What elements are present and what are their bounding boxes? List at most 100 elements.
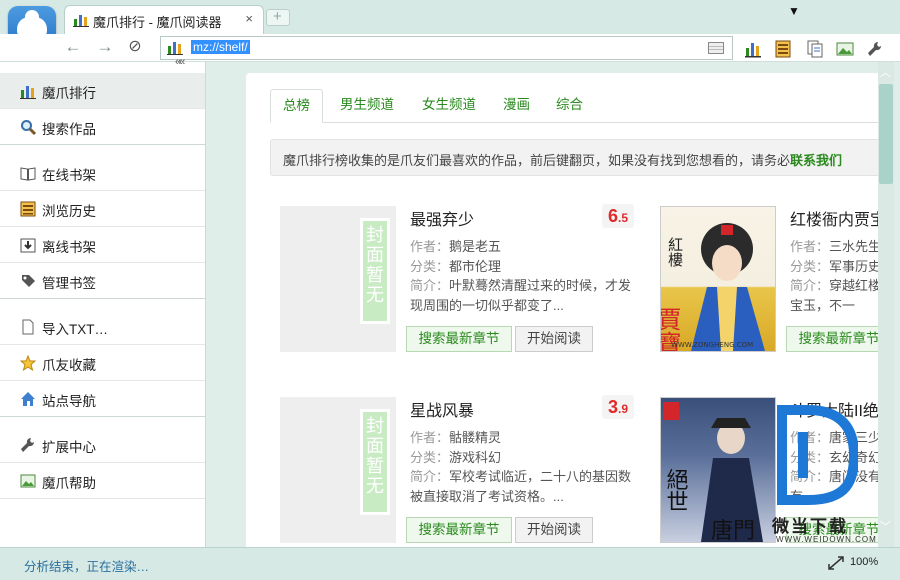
home-icon	[21, 392, 35, 406]
history-icon[interactable]	[774, 40, 792, 58]
reader-mode-icon[interactable]	[708, 42, 724, 54]
pin-icon[interactable]: ▼	[788, 4, 800, 18]
sidebar-item-favorites[interactable]: 爪友收藏	[0, 345, 205, 381]
sidebar-item-import-txt[interactable]: 导入TXT…	[0, 309, 205, 345]
book-author: 作者：骷髅精灵	[410, 427, 501, 446]
download-icon	[20, 238, 36, 253]
tab-female-channel[interactable]: 女生频道	[410, 89, 488, 123]
magnifier-icon	[21, 120, 36, 135]
author-key: 作者：	[410, 239, 450, 254]
new-tab-button[interactable]: +	[266, 8, 290, 26]
watermark-url: WWW.WEIDOWN.COM	[776, 535, 877, 544]
sidebar-item-label: 魔爪排行	[42, 86, 96, 101]
tab-male-channel[interactable]: 男生频道	[328, 89, 406, 123]
contact-us-link[interactable]: 联系我们	[790, 153, 842, 168]
intro-key: 简介：	[410, 278, 450, 293]
intro-key: 简介：	[790, 278, 830, 293]
watermark-text: 微当下载	[772, 517, 848, 536]
start-reading-button[interactable]: 开始阅读	[515, 326, 593, 352]
sidebar-item-bookmarks[interactable]: 管理书签	[0, 263, 205, 299]
sidebar-item-search[interactable]: 搜索作品	[0, 109, 205, 145]
weidown-watermark-logo-icon	[777, 405, 858, 505]
sidebar-item-ranking[interactable]: 魔爪排行	[0, 73, 205, 109]
score-integer: 6	[607, 206, 618, 226]
book-category: 分类：都市伦理	[410, 256, 501, 275]
book-cover-image[interactable]: 紅樓 賈寶 WWW.ZONGHENG.COM	[653, 206, 776, 355]
author-value: 三水先生	[829, 239, 878, 254]
tab-all[interactable]: 总榜	[270, 89, 323, 123]
sidebar-item-label: 导入TXT…	[42, 322, 108, 337]
navigation-toolbar: ← → ⊘ mz://shelf/	[0, 34, 900, 62]
sidebar-item-label: 魔爪帮助	[42, 476, 96, 491]
image-icon[interactable]	[836, 40, 854, 58]
tab-comics[interactable]: 漫画	[491, 89, 542, 123]
score-decimal: .9	[618, 402, 629, 416]
cover-illustration: 紅樓 賈寶 WWW.ZONGHENG.COM	[653, 223, 765, 355]
svg-text:唐門: 唐門	[711, 519, 755, 542]
author-value: 鹅是老五	[449, 239, 502, 254]
ranking-notice: 魔爪排行榜收集的是爪友们最喜欢的作品，前后键翻页，如果没有找到您想看的，请务必联…	[270, 139, 878, 176]
book-category: 分类：游戏科幻	[410, 447, 501, 466]
start-reading-button[interactable]: 开始阅读	[515, 517, 593, 543]
ranking-bars-icon	[167, 42, 183, 55]
score-decimal: .5	[618, 211, 629, 225]
browser-tab-active[interactable]: 魔爪排行 - 魔爪阅读器 ×	[64, 5, 264, 34]
category-value: 游戏科幻	[449, 450, 502, 465]
wrench-settings-icon[interactable]	[866, 40, 884, 58]
book-cover-image[interactable]: 絕世 唐門	[660, 397, 776, 544]
search-latest-chapter-button[interactable]: 搜索最新章节	[786, 326, 878, 352]
sidebar-item-history[interactable]: 浏览历史	[0, 191, 205, 227]
scroll-down-icon[interactable]: ﹀	[880, 518, 891, 534]
history-icon	[20, 201, 36, 217]
sidebar-item-label: 扩展中心	[42, 440, 96, 455]
book-author: 作者：三水先生	[790, 236, 878, 255]
book-intro: 简介：叶默蓦然清醒过来的时候，才发现周围的一切似乎都变了...	[410, 276, 640, 316]
tab-close-icon[interactable]: ×	[245, 11, 253, 26]
forward-button[interactable]: →	[94, 37, 116, 59]
category-tabs: 总榜 男生频道 女生频道 漫画 综合	[270, 87, 878, 123]
status-text: 分析结束，正在渲染…	[24, 560, 150, 574]
book-card: 封面暂无 星战风暴 3.9 作者：骷髅精灵 分类：游戏科幻 简介：军校考试临近，…	[280, 395, 640, 547]
ranking-bars-icon	[73, 15, 89, 27]
help-icon	[20, 474, 36, 488]
category-key: 分类：	[410, 450, 450, 465]
zoom-level[interactable]: 100%	[850, 556, 878, 568]
book-title[interactable]: 红楼衙内贾宝	[790, 206, 878, 230]
document-pages-icon[interactable]	[806, 40, 824, 58]
ranking-bars-icon	[20, 86, 36, 99]
book-card: 封面暂无 最强弃少 6.5 作者：鹅是老五 分类：都市伦理 简介：叶默蓦然清醒过…	[280, 204, 640, 356]
wrench-icon	[21, 437, 35, 452]
search-latest-chapter-button[interactable]: 搜索最新章节	[406, 326, 512, 352]
stop-button[interactable]: ⊘	[124, 37, 146, 59]
sidebar-item-offline-shelf[interactable]: 离线书架	[0, 227, 205, 263]
book-cover-placeholder[interactable]: 封面暂无	[280, 397, 396, 543]
tab-title: 魔爪排行 - 魔爪阅读器	[93, 15, 222, 30]
notice-text: 魔爪排行榜收集的是爪友们最喜欢的作品，前后键翻页，如果没有找到您想看的，请务必	[283, 153, 791, 168]
address-bar[interactable]: mz://shelf/	[160, 36, 733, 60]
book-intro: 简介：穿越红楼的贾宝玉，不一	[790, 276, 878, 316]
fullscreen-icon[interactable]	[828, 556, 844, 570]
vertical-scrollbar[interactable]: ︿ ﹀	[878, 62, 894, 547]
ranking-bars-icon[interactable]	[744, 40, 762, 58]
scroll-thumb[interactable]	[879, 84, 893, 184]
tab-general[interactable]: 综合	[544, 89, 595, 123]
category-key: 分类：	[790, 259, 830, 274]
book-title[interactable]: 最强弃少	[410, 206, 474, 230]
book-title[interactable]: 星战风暴	[410, 397, 474, 421]
book-score: 3.9	[602, 395, 634, 419]
bookmark-tag-icon	[22, 275, 35, 287]
sidebar-item-help[interactable]: 魔爪帮助	[0, 463, 205, 499]
book-cover-placeholder[interactable]: 封面暂无	[280, 206, 396, 352]
sidebar-item-label: 搜索作品	[42, 122, 96, 137]
book-card: 紅樓 賈寶 WWW.ZONGHENG.COM 红楼衙内贾宝 作者：三水先生 分类…	[653, 206, 878, 356]
intro-key: 简介：	[410, 469, 450, 484]
svg-text:紅樓: 紅樓	[666, 237, 684, 267]
sidebar-item-extensions[interactable]: 扩展中心	[0, 427, 205, 463]
search-latest-chapter-button[interactable]: 搜索最新章节	[406, 517, 512, 543]
book-intro: 简介：军校考试临近，二十八的基因数被直接取消了考试资格。...	[410, 467, 640, 507]
sidebar-item-site-nav[interactable]: 站点导航	[0, 381, 205, 417]
sidebar-item-online-shelf[interactable]: 在线书架	[0, 155, 205, 191]
sidebar-collapse-icon[interactable]: ««	[175, 56, 185, 68]
scroll-up-icon[interactable]: ︿	[880, 64, 891, 80]
back-button[interactable]: ←	[62, 37, 84, 59]
